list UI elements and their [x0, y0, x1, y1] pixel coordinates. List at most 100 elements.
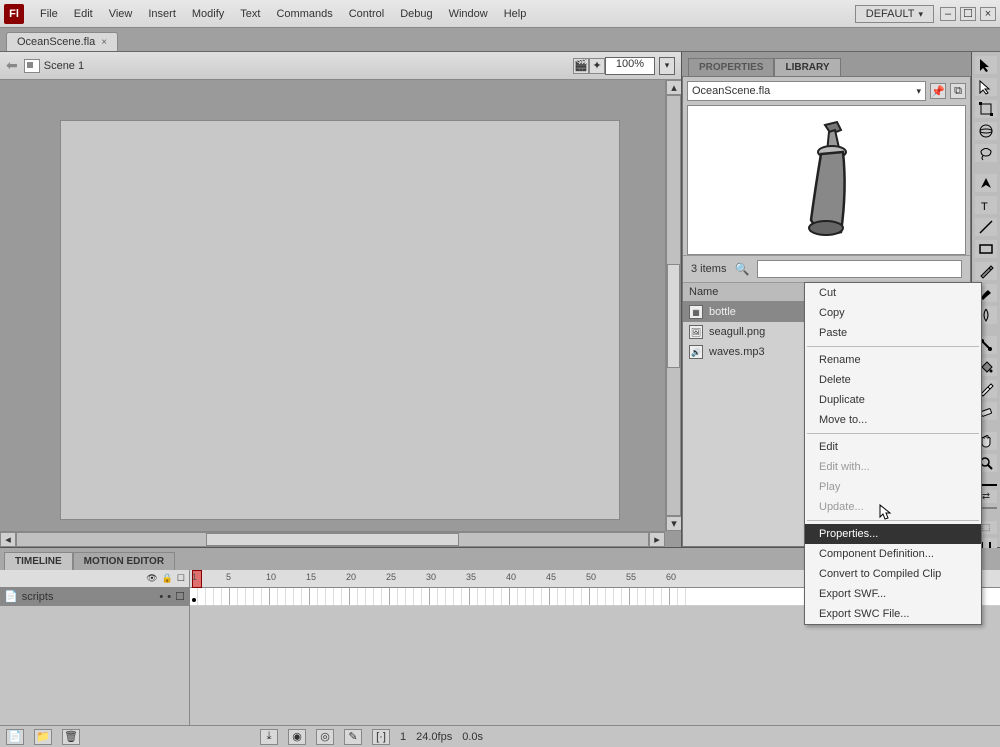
document-tab[interactable]: OceanScene.fla ×: [6, 32, 118, 51]
edit-multiple-button[interactable]: ✎: [344, 729, 362, 745]
ctx-edit-with: Edit with...: [805, 457, 981, 477]
ctx-rename[interactable]: Rename: [805, 350, 981, 370]
edit-symbol-icon[interactable]: ✦: [589, 58, 605, 74]
ctx-update: Update...: [805, 497, 981, 517]
zoom-dropdown[interactable]: [659, 57, 675, 75]
ctx-cut[interactable]: Cut: [805, 283, 981, 303]
menu-view[interactable]: View: [101, 4, 141, 24]
pencil-tool[interactable]: [975, 262, 997, 280]
layer-visibility-dot[interactable]: •: [159, 591, 163, 603]
layer-icon: 📄: [4, 590, 18, 603]
selection-tool[interactable]: [975, 56, 997, 74]
ctx-delete[interactable]: Delete: [805, 370, 981, 390]
menu-debug[interactable]: Debug: [392, 4, 440, 24]
library-item-label: seagull.png: [709, 326, 765, 338]
subselection-tool[interactable]: [975, 78, 997, 96]
text-tool[interactable]: T: [975, 196, 997, 214]
menu-modify[interactable]: Modify: [184, 4, 232, 24]
stage-panel: ⬅ Scene 1 🎬 ✦ 100% ▴ ▾ ◂ ▸: [0, 52, 682, 547]
scroll-up-button[interactable]: ▴: [666, 80, 681, 95]
workspace-switcher[interactable]: DEFAULT: [855, 5, 934, 23]
scroll-left-button[interactable]: ◂: [0, 532, 16, 547]
menu-file[interactable]: File: [32, 4, 66, 24]
new-layer-button[interactable]: 📄: [6, 729, 24, 745]
svg-text:T: T: [981, 201, 988, 213]
ctx-play: Play: [805, 477, 981, 497]
stage-area[interactable]: ▴ ▾ ◂ ▸: [0, 80, 681, 547]
new-folder-button[interactable]: 📁: [34, 729, 52, 745]
minimize-button[interactable]: –: [940, 7, 956, 21]
scroll-thumb[interactable]: [206, 533, 458, 546]
outline-icon[interactable]: ☐: [177, 573, 185, 584]
ctx-duplicate[interactable]: Duplicate: [805, 390, 981, 410]
3d-rotation-tool[interactable]: [975, 122, 997, 140]
layer-lock-dot[interactable]: •: [167, 591, 171, 603]
scroll-down-button[interactable]: ▾: [666, 516, 681, 531]
scene-icon: [24, 59, 40, 73]
chevron-down-icon: [918, 8, 923, 20]
tab-properties[interactable]: PROPERTIES: [688, 58, 774, 76]
library-item-count: 3 items: [691, 263, 726, 275]
menu-control[interactable]: Control: [341, 4, 392, 24]
layer-scripts[interactable]: 📄 scripts • • ☐: [0, 588, 189, 606]
free-transform-tool[interactable]: [975, 100, 997, 118]
new-library-icon[interactable]: ⧉: [950, 83, 966, 99]
scroll-thumb[interactable]: [667, 264, 680, 369]
library-search-input[interactable]: [757, 260, 962, 278]
onion-outline-button[interactable]: ◎: [316, 729, 334, 745]
menu-edit[interactable]: Edit: [66, 4, 101, 24]
menu-bar: Fl File Edit View Insert Modify Text Com…: [0, 0, 1000, 28]
vertical-scrollbar[interactable]: ▴ ▾: [665, 80, 681, 531]
context-menu: Cut Copy Paste Rename Delete Duplicate M…: [804, 282, 982, 625]
menu-window[interactable]: Window: [441, 4, 496, 24]
ctx-copy[interactable]: Copy: [805, 303, 981, 323]
tab-motion-editor[interactable]: MOTION EDITOR: [73, 552, 175, 570]
zoom-input[interactable]: 100%: [605, 57, 655, 75]
ctx-component-def[interactable]: Component Definition...: [805, 544, 981, 564]
menu-insert[interactable]: Insert: [140, 4, 184, 24]
library-source-select[interactable]: OceanScene.fla: [687, 81, 926, 101]
edit-scene-icon[interactable]: 🎬: [573, 58, 589, 74]
lock-icon[interactable]: 🔒: [162, 573, 173, 584]
tab-library[interactable]: LIBRARY: [774, 58, 840, 76]
stage-canvas[interactable]: [60, 120, 620, 520]
scroll-right-button[interactable]: ▸: [649, 532, 665, 547]
lasso-tool[interactable]: [975, 144, 997, 162]
back-arrow-icon[interactable]: ⬅: [6, 57, 18, 74]
ctx-properties[interactable]: Properties...: [805, 524, 981, 544]
layer-outline-box[interactable]: ☐: [175, 590, 185, 603]
menu-text[interactable]: Text: [232, 4, 268, 24]
ctx-paste[interactable]: Paste: [805, 323, 981, 343]
ctx-move-to[interactable]: Move to...: [805, 410, 981, 430]
pin-library-icon[interactable]: 📌: [930, 83, 946, 99]
center-frame-button[interactable]: ⤓: [260, 729, 278, 745]
ctx-export-swc[interactable]: Export SWC File...: [805, 604, 981, 624]
bitmap-icon: 🖼: [689, 325, 703, 339]
ctx-export-swf[interactable]: Export SWF...: [805, 584, 981, 604]
horizontal-scrollbar[interactable]: ◂ ▸: [0, 531, 665, 547]
eye-icon[interactable]: 👁: [146, 573, 157, 584]
line-tool[interactable]: [975, 218, 997, 236]
layer-list: 👁 🔒 ☐ 📄 scripts • • ☐: [0, 570, 190, 725]
zoom-control: 100%: [605, 57, 675, 75]
menu-help[interactable]: Help: [496, 4, 535, 24]
onion-skin-button[interactable]: ◉: [288, 729, 306, 745]
modify-markers-button[interactable]: [·]: [372, 729, 390, 745]
document-tab-label: OceanScene.fla: [17, 36, 95, 48]
app-icon: Fl: [4, 4, 24, 24]
maximize-button[interactable]: ☐: [960, 7, 976, 21]
pen-tool[interactable]: [975, 174, 997, 192]
library-source-label: OceanScene.fla: [692, 85, 770, 97]
scene-label[interactable]: Scene 1: [44, 60, 84, 72]
ctx-edit[interactable]: Edit: [805, 437, 981, 457]
bottle-preview-icon: [797, 120, 857, 240]
tab-timeline[interactable]: TIMELINE: [4, 552, 73, 570]
ctx-convert-compiled[interactable]: Convert to Compiled Clip: [805, 564, 981, 584]
close-icon[interactable]: ×: [101, 37, 107, 48]
close-button[interactable]: ×: [980, 7, 996, 21]
search-icon[interactable]: 🔍: [734, 262, 749, 276]
delete-layer-button[interactable]: 🗑: [62, 729, 80, 745]
rectangle-tool[interactable]: [975, 240, 997, 258]
panel-tab-bar: PROPERTIES LIBRARY: [682, 52, 971, 76]
menu-commands[interactable]: Commands: [268, 4, 340, 24]
